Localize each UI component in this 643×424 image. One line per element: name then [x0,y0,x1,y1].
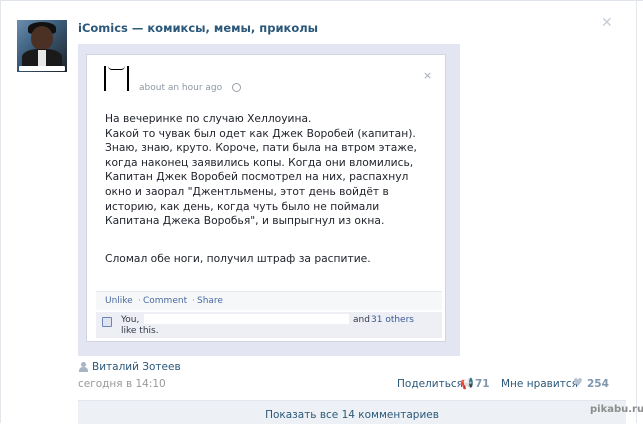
post-image[interactable]: about an hour ago × На вечеринке по случ… [78,44,460,356]
left-border [0,0,1,423]
fb-close-icon: × [423,69,433,82]
like-button[interactable]: Мне нравится [501,378,578,390]
group-title[interactable]: iComics — комиксы, мемы, приколы [78,21,318,35]
person-icon [79,362,88,372]
fb-post-text: На вечеринке по случаю Хеллоуина. Какой … [105,112,435,229]
fb-text-line: историю, как день, когда чуть было не по… [105,199,380,213]
fb-text-line: Знаю, знаю, круто. Короче, пати была на … [105,141,417,155]
fb-comment-link: Comment [143,296,188,306]
thumbs-up-icon [102,317,112,327]
fb-likes-bar: You, and 31 others like this. [96,312,442,338]
fb-actions-bar: Unlike · Comment · Share [96,291,442,310]
top-border [0,0,643,1]
fb-share-link: Share [197,296,223,306]
fb-likes-this: like this. [121,326,159,336]
megaphone-icon[interactable]: 📢 [460,378,474,389]
show-comments-button[interactable]: Показать все 14 комментариев [78,400,626,424]
fb-post-card: about an hour ago × На вечеринке по случ… [86,54,446,342]
close-post-icon[interactable]: ✕ [601,16,613,30]
fb-text-line: Капитана Джека Воробья", и выпрыгнул из … [105,214,385,228]
fb-text-line: когда наконец заявились копы. Когда они … [105,155,414,169]
post-date[interactable]: сегодня в 14:10 [78,378,166,390]
fb-separator: · [192,296,195,306]
fb-text-line: Какой то чувак был одет как Джек Воробей… [105,126,416,140]
author-link[interactable]: Виталий Зотеев [92,361,181,373]
fb-text-last-line: Сломал обе ноги, получил штраф за распит… [105,252,371,265]
fb-timestamp: about an hour ago [139,83,223,93]
fb-unlike-link: Unlike [105,296,133,306]
fb-likes-others: 31 others [371,315,414,325]
watermark: pikabu.ru [590,404,643,415]
heart-icon[interactable]: ♥ [573,377,583,388]
redacted-names [144,314,349,324]
fb-separator: · [138,296,141,306]
fb-text-line: Капитан Джек Воробей посмотрел на них, р… [105,170,409,184]
show-comments-label: Показать все 14 комментариев [265,409,439,421]
share-button[interactable]: Поделиться [397,378,463,390]
like-count[interactable]: 254 [587,378,609,390]
fb-likes-and: and [353,315,370,325]
right-border [636,0,637,423]
share-count[interactable]: 71 [475,378,490,390]
fb-text-line: окно и заорал "Джентльмены, этот день во… [105,184,389,198]
fb-text-line: На вечеринке по случаю Хеллоуина. [105,112,312,125]
globe-icon [232,83,241,92]
group-avatar[interactable] [17,20,67,72]
fb-avatar [104,66,129,91]
fb-likes-you: You, [121,315,140,325]
